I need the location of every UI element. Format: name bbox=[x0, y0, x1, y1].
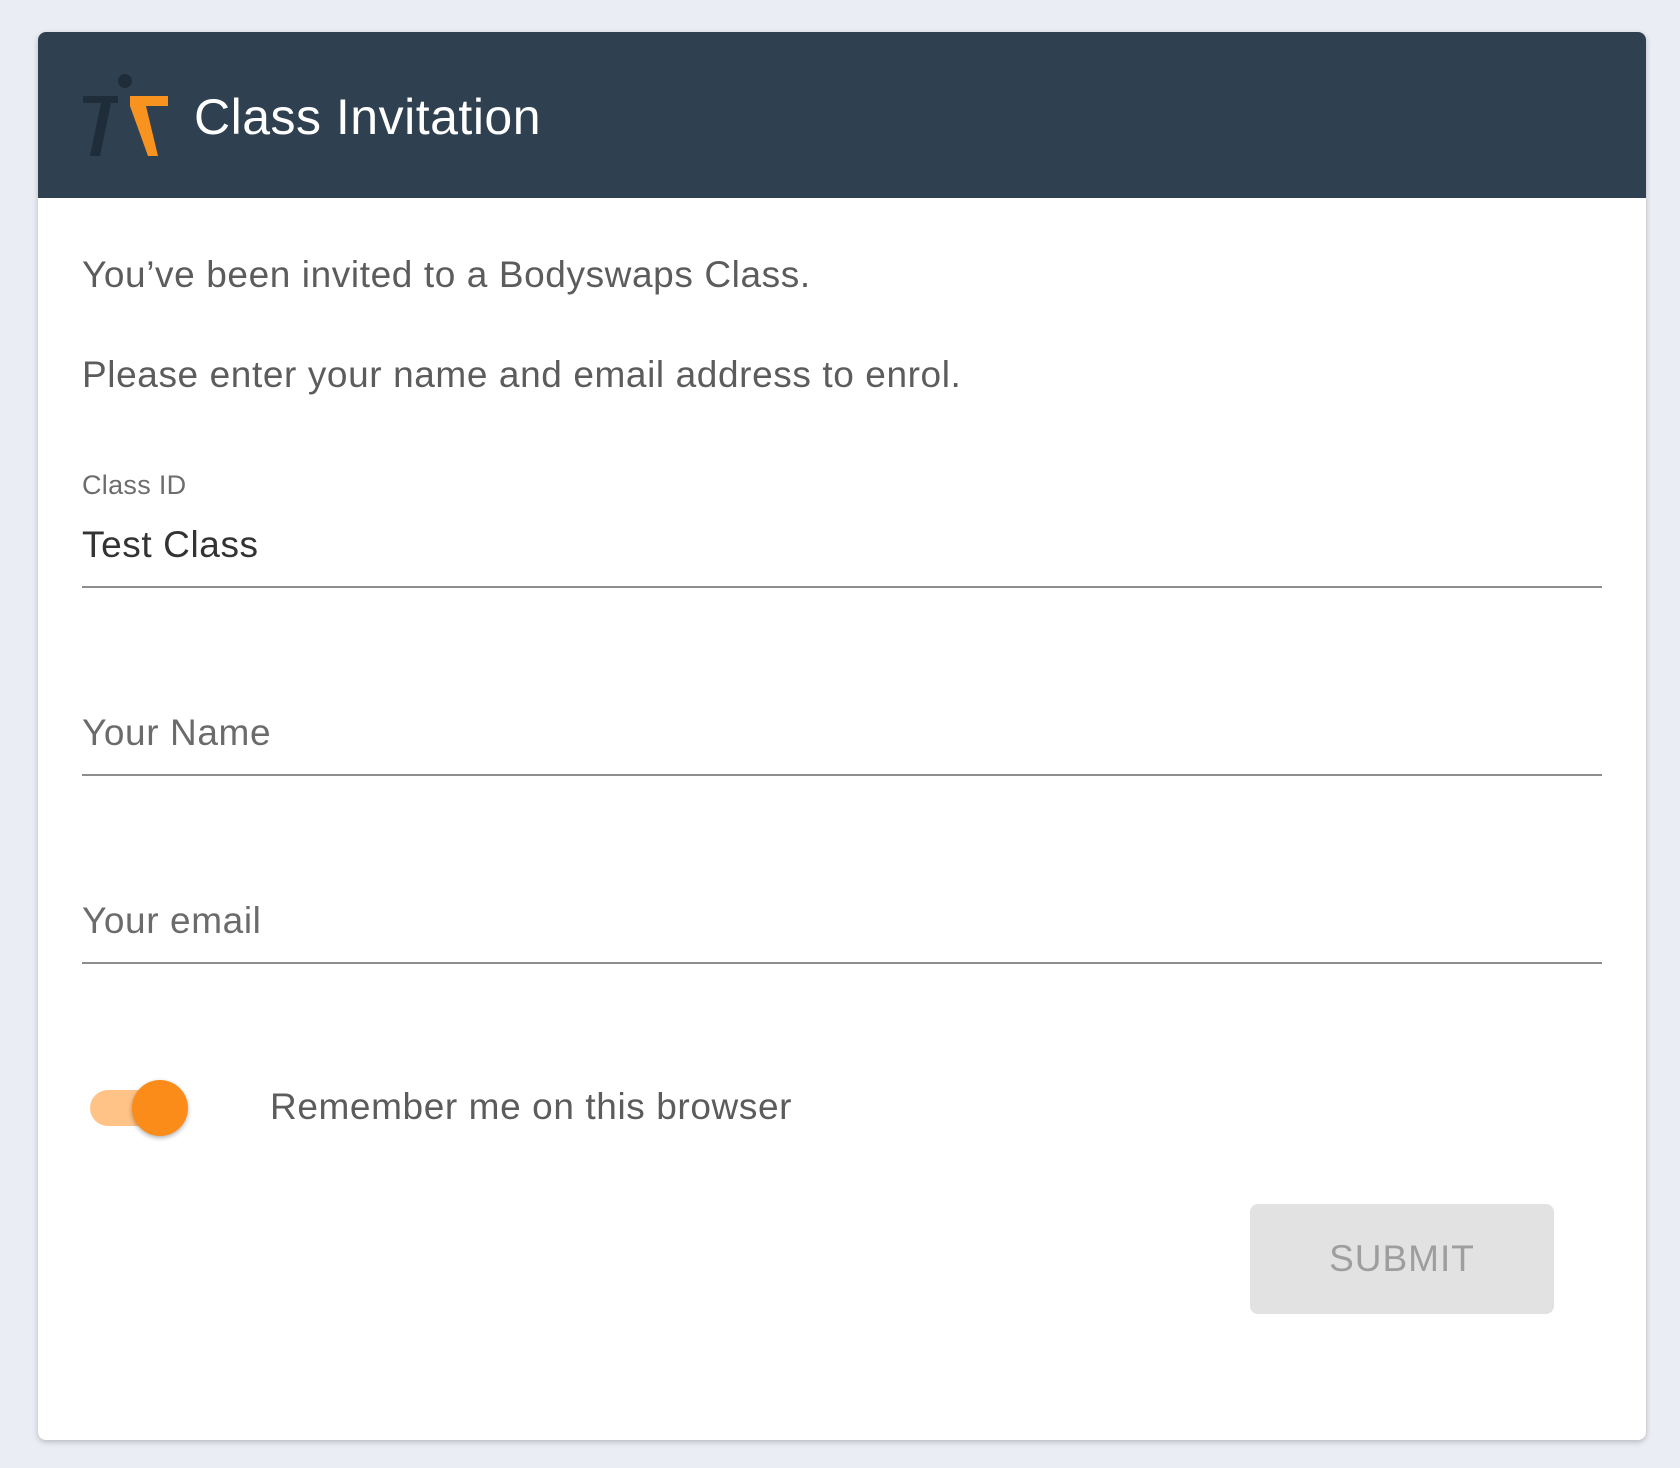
name-field bbox=[82, 708, 1602, 778]
toggle-thumb bbox=[132, 1080, 188, 1136]
remember-me-row: Remember me on this browser bbox=[82, 1072, 982, 1142]
class-id-field: Class ID bbox=[82, 468, 1602, 590]
email-input[interactable] bbox=[82, 896, 1602, 946]
submit-button[interactable]: SUBMIT bbox=[1250, 1204, 1554, 1314]
remember-me-toggle[interactable] bbox=[82, 1072, 192, 1142]
class-id-input[interactable] bbox=[82, 522, 1602, 568]
remember-me-label: Remember me on this browser bbox=[270, 1086, 793, 1127]
class-invitation-card: Class Invitation You’ve been invited to … bbox=[38, 32, 1646, 1440]
invitation-message: You’ve been invited to a Bodyswaps Class… bbox=[82, 254, 811, 295]
page-title: Class Invitation bbox=[194, 89, 542, 145]
class-id-underline bbox=[82, 586, 1602, 588]
class-id-label: Class ID bbox=[82, 470, 187, 500]
name-input[interactable] bbox=[82, 708, 1602, 758]
bodyswaps-logo-icon bbox=[83, 74, 168, 156]
name-underline bbox=[82, 774, 1602, 776]
email-field bbox=[82, 896, 1602, 966]
email-underline bbox=[82, 962, 1602, 964]
card-header: Class Invitation bbox=[38, 32, 1646, 198]
enrol-instructions: Please enter your name and email address… bbox=[82, 354, 962, 395]
